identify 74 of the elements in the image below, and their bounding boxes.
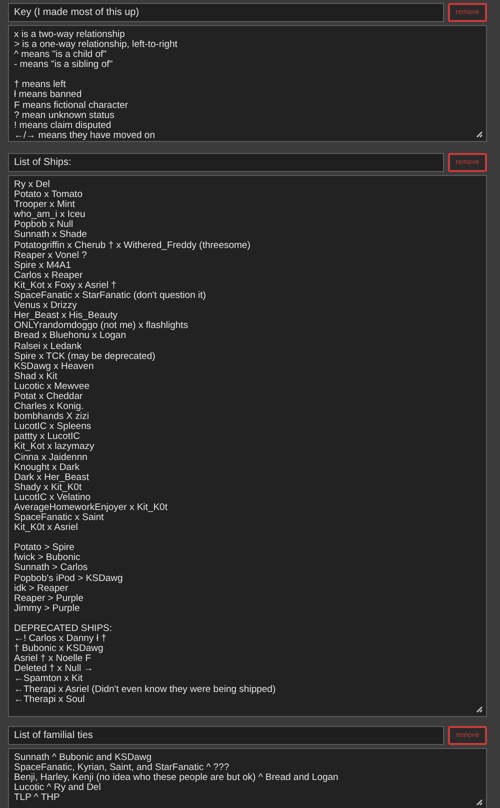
text-line: Cinna x Jaidennn: [14, 452, 88, 463]
text-line: ←Therapi x Asriel (Didn't even know they were being shipped): [14, 684, 276, 695]
text-line: Kit_Kot x lazymazy: [14, 442, 94, 453]
text-line: pattty x LucotIC: [14, 432, 80, 442]
text-line: fwick > Bubonic: [14, 553, 80, 564]
text-line: Trooper x Mint: [14, 200, 75, 210]
text-line: x is a two-way relationship: [14, 30, 125, 40]
text-line: - means "is a sibling of": [14, 60, 113, 70]
text-line: SpaceFanatic x Saint: [14, 513, 104, 524]
text-line: Bread x Bluehonu x Logan: [14, 331, 126, 342]
text-line: Potato x Tomato: [14, 190, 82, 200]
text-line: AverageHomeworkEnjoyer x Kit_K0t: [14, 503, 168, 513]
text-line: ? mean unknown status: [14, 110, 114, 121]
text-line: who_am_i x Iceu: [14, 210, 86, 220]
text-line: Charles x Konig.: [14, 402, 84, 412]
text-line: † Bubonic x KSDawg: [14, 644, 104, 654]
text-line: ! means claim disputed: [14, 120, 112, 131]
text-line: Sunnath ^ Bubonic and KSDawg: [14, 753, 152, 763]
text-line: LucotIC x Velatino: [14, 492, 91, 503]
text-line: Asriel † x Noelle F: [14, 654, 92, 664]
text-line: Shad x Kit: [14, 372, 58, 382]
text-area[interactable]: [8, 175, 487, 717]
text-area[interactable]: Sunnath ^ Bubonic and KSDawg SpaceFanatic, Kyrian, Saint, and StarFanatic ^ ??? Benji, Harley, Kenji (no idea who these people are but ok) ^ Bread and Logan Lucotic ^ Ry and Del TLP ^ THP: [8, 748, 487, 808]
resize-grip-icon[interactable]: [476, 799, 483, 806]
text-line: SpaceFanatic x StarFanatic (don't question it): [14, 291, 206, 302]
text-line: KSDawg x Heaven: [14, 362, 94, 372]
text-line: Reaper > Purple: [14, 594, 84, 604]
text-line: Kit_K0t x Asriel: [14, 523, 78, 534]
text-line: Lucotic ^ Ry and Del: [14, 783, 101, 794]
text-line: Spire x M4A1: [14, 260, 72, 271]
text-line: ONLYrandomdoggo (not me) x flashlights: [14, 321, 188, 332]
text-line: Knought x Dark: [14, 462, 80, 473]
text-line: TLP ^ THP: [14, 793, 60, 804]
title-field[interactable]: Key (I made most of this up): [8, 3, 444, 22]
text-line: ^ means "is a child of": [14, 50, 107, 60]
resize-grip-icon[interactable]: [476, 706, 483, 713]
text-line: Popbob's iPod > KSDawg: [14, 574, 123, 584]
text-line: Spire x TCK (may be deprecated): [14, 352, 156, 362]
text-line: Potatogriffin x Cherub † x Withered_Freddy (threesome): [14, 240, 250, 251]
text-line: Reaper x Vonel ?: [14, 250, 87, 261]
text-line: ←! Carlos x Danny ł †: [14, 634, 106, 644]
text-line: > is a one-way relationship, left-to-right: [14, 40, 178, 50]
text-line: ←Therapi x Soul: [14, 694, 85, 705]
title-field[interactable]: List of Ships:: [8, 153, 444, 172]
text-line: Venus x Drizzy: [14, 301, 77, 312]
text-line: ł means banned: [14, 90, 82, 101]
resize-grip-icon[interactable]: [476, 131, 483, 138]
text-line: Ry x Del: [14, 180, 50, 190]
text-line: SpaceFanatic, Kyrian, Saint, and StarFanatic ^ ???: [14, 763, 230, 774]
text-line: Jimmy > Purple: [14, 604, 80, 614]
text-line: Benji, Harley, Kenji (no idea who these people are but ok) ^ Bread and Logan: [14, 773, 338, 784]
text-line: ←/→ means they have moved on: [14, 130, 155, 141]
text-line: † means left: [14, 80, 66, 90]
text-line: F means fictional character: [14, 100, 128, 111]
text-line: Potato > Spire: [14, 543, 74, 554]
text-line: DEPRECATED SHIPS:: [14, 624, 112, 634]
text-area[interactable]: [8, 25, 487, 142]
text-line: idk > Reaper: [14, 584, 68, 594]
text-line: Sunnath > Carlos: [14, 563, 88, 574]
text-line: Popbob x Null: [14, 220, 74, 230]
text-line: Sunnath x Shade: [14, 230, 87, 241]
text-line: ←Spamton x Kit: [14, 674, 83, 684]
text-line: Her_Beast x His_Beauty: [14, 311, 118, 322]
title-field[interactable]: List of familial ties: [8, 726, 444, 745]
text-line: Lucotic x Mewvee: [14, 382, 90, 392]
text-line: Ralsei x Ledank: [14, 342, 82, 352]
text-line: bombhands X zizi: [14, 412, 89, 422]
text-line: Carlos x Reaper: [14, 270, 83, 281]
text-line: Deleted † x Null →: [14, 664, 94, 674]
text-line: Potat x Cheddar: [14, 392, 83, 402]
text-line: Dark x Her_Beast: [14, 472, 89, 483]
text-line: LucotIC x Spleens: [14, 422, 92, 432]
text-line: Shady x Kit_K0t: [14, 482, 82, 493]
text-line: Kit_Kot x Foxy x Asriel †: [14, 280, 116, 291]
